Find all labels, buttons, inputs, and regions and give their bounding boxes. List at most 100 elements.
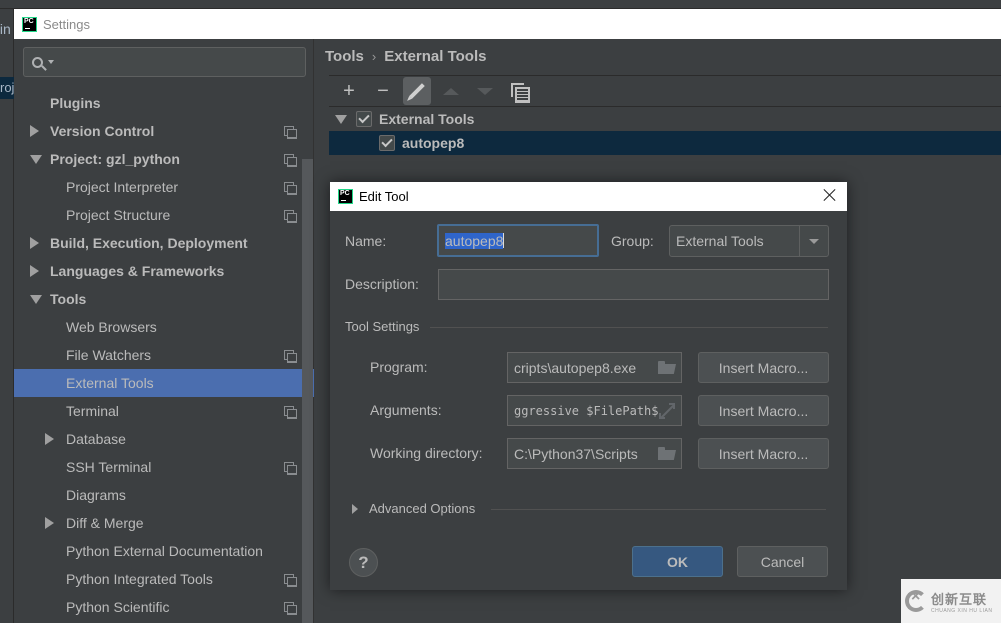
nav-item-project-gzl-python[interactable]: Project: gzl_python (14, 145, 314, 173)
nav-item-label: Version Control (50, 123, 155, 139)
name-input-value: autopep8 (445, 232, 504, 249)
nav-item-external-tools[interactable]: External Tools (14, 369, 314, 397)
background-text-fragment: tin (0, 21, 11, 37)
nav-item-label: Python Integrated Tools (66, 571, 213, 587)
search-options-chevron-icon[interactable] (48, 60, 54, 64)
tree-item-autopep8[interactable]: autopep8 (329, 131, 1001, 155)
nav-item-web-browsers[interactable]: Web Browsers (14, 313, 314, 341)
nav-item-label: External Tools (66, 375, 154, 391)
help-button[interactable]: ? (349, 548, 378, 577)
group-select-value: External Tools (676, 233, 764, 249)
tool-settings-heading: Tool Settings (345, 319, 420, 334)
breadcrumb-separator: › (371, 49, 377, 64)
group-label: External Tools (379, 111, 475, 127)
expand-right-icon[interactable] (30, 125, 39, 137)
description-input[interactable] (438, 269, 829, 300)
project-level-icon (284, 210, 297, 223)
nav-item-database[interactable]: Database (14, 425, 314, 453)
expand-down-icon[interactable] (30, 295, 42, 304)
nav-item-languages-frameworks[interactable]: Languages & Frameworks (14, 257, 314, 285)
expand-icon[interactable] (659, 403, 675, 419)
nav-item-label: Languages & Frameworks (50, 263, 225, 279)
nav-item-label: Python Scientific (66, 599, 170, 615)
dialog-title-bar[interactable]: PC Edit Tool (330, 182, 847, 211)
nav-item-terminal[interactable]: Terminal (14, 397, 314, 425)
group-select[interactable]: External Tools (669, 225, 829, 257)
group-label: Group: (611, 233, 654, 249)
nav-item-file-watchers[interactable]: File Watchers (14, 341, 314, 369)
nav-item-python-integrated-tools[interactable]: Python Integrated Tools (14, 565, 314, 593)
close-icon[interactable] (823, 188, 837, 202)
expand-right-icon[interactable] (45, 517, 54, 529)
project-level-icon (284, 462, 297, 475)
background-app-toolbar (0, 0, 1001, 9)
expand-down-icon[interactable] (30, 155, 42, 164)
nav-item-diff-merge[interactable]: Diff & Merge (14, 509, 314, 537)
expand-right-icon[interactable] (30, 265, 39, 277)
nav-item-label: Web Browsers (66, 319, 157, 335)
program-insert-macro-button[interactable]: Insert Macro... (698, 352, 829, 383)
tool-checkbox[interactable] (379, 135, 395, 151)
group-checkbox[interactable] (356, 111, 372, 127)
group-dropdown-button[interactable] (799, 226, 828, 256)
project-level-icon (284, 406, 297, 419)
edit-tool-button[interactable] (403, 77, 431, 105)
working-directory-input[interactable]: C:\Python37\Scripts (507, 438, 682, 469)
nav-scrollbar[interactable] (302, 159, 313, 623)
working-directory-insert-macro-button[interactable]: Insert Macro... (698, 438, 829, 469)
nav-item-build-execution-deployment[interactable]: Build, Execution, Deployment (14, 229, 314, 257)
name-input[interactable]: autopep8 (437, 224, 599, 257)
external-tools-toolbar: + − (329, 75, 1001, 107)
minus-icon: − (377, 79, 389, 102)
settings-search-input[interactable] (23, 47, 306, 77)
project-level-icon (284, 126, 297, 139)
nav-item-project-structure[interactable]: Project Structure (14, 201, 314, 229)
ok-button[interactable]: OK (632, 546, 723, 577)
expand-right-icon[interactable] (352, 504, 358, 514)
settings-nav-tree: Plugins Version Control Project: gzl_pytho… (14, 89, 314, 621)
pycharm-logo-icon: PC (22, 16, 37, 32)
nav-item-label: Tools (50, 291, 87, 307)
working-directory-label: Working directory: (370, 445, 483, 461)
nav-item-tools[interactable]: Tools (14, 285, 314, 313)
expand-down-icon[interactable] (335, 115, 347, 124)
copy-tool-button[interactable] (505, 77, 533, 105)
arguments-input[interactable]: ggressive $FilePath$ (507, 395, 682, 426)
tree-group-external-tools[interactable]: External Tools (329, 107, 1001, 131)
nav-item-project-interpreter[interactable]: Project Interpreter (14, 173, 314, 201)
settings-nav: Plugins Version Control Project: gzl_pytho… (14, 39, 314, 623)
nav-item-ssh-terminal[interactable]: SSH Terminal (14, 453, 314, 481)
settings-title-bar[interactable]: PC Settings (14, 9, 1001, 39)
advanced-options-toggle[interactable]: Advanced Options (369, 501, 475, 516)
folder-browse-icon[interactable] (658, 361, 676, 374)
search-icon (32, 56, 43, 68)
project-level-icon (284, 574, 297, 587)
nav-item-label: File Watchers (66, 347, 152, 363)
project-level-icon (284, 350, 297, 363)
project-level-icon (284, 182, 297, 195)
external-tools-tree: External Tools autopep8 (329, 107, 1001, 155)
nav-item-label: Diagrams (66, 487, 126, 503)
arguments-insert-macro-button[interactable]: Insert Macro... (698, 395, 829, 426)
move-down-button[interactable] (471, 77, 499, 105)
add-tool-button[interactable]: + (335, 77, 363, 105)
expand-right-icon[interactable] (45, 433, 54, 445)
breadcrumb-parent[interactable]: Tools (325, 48, 364, 65)
nav-item-python-scientific[interactable]: Python Scientific (14, 593, 314, 621)
watermark-logo-icon (905, 588, 927, 612)
breadcrumb-current: External Tools (384, 48, 487, 65)
nav-item-diagrams[interactable]: Diagrams (14, 481, 314, 509)
nav-item-label: Project: gzl_python (50, 151, 180, 167)
pycharm-logo-icon: PC (338, 189, 353, 204)
cancel-button[interactable]: Cancel (737, 546, 828, 577)
nav-item-python-external-documentation[interactable]: Python External Documentation (14, 537, 314, 565)
program-input[interactable]: cripts\autopep8.exe (507, 352, 682, 383)
move-up-button[interactable] (437, 77, 465, 105)
nav-item-plugins[interactable]: Plugins (14, 89, 314, 117)
folder-browse-icon[interactable] (658, 447, 676, 460)
remove-tool-button[interactable]: − (369, 77, 397, 105)
name-label: Name: (345, 233, 387, 249)
expand-right-icon[interactable] (30, 237, 39, 249)
nav-item-version-control[interactable]: Version Control (14, 117, 314, 145)
section-divider (430, 327, 828, 328)
